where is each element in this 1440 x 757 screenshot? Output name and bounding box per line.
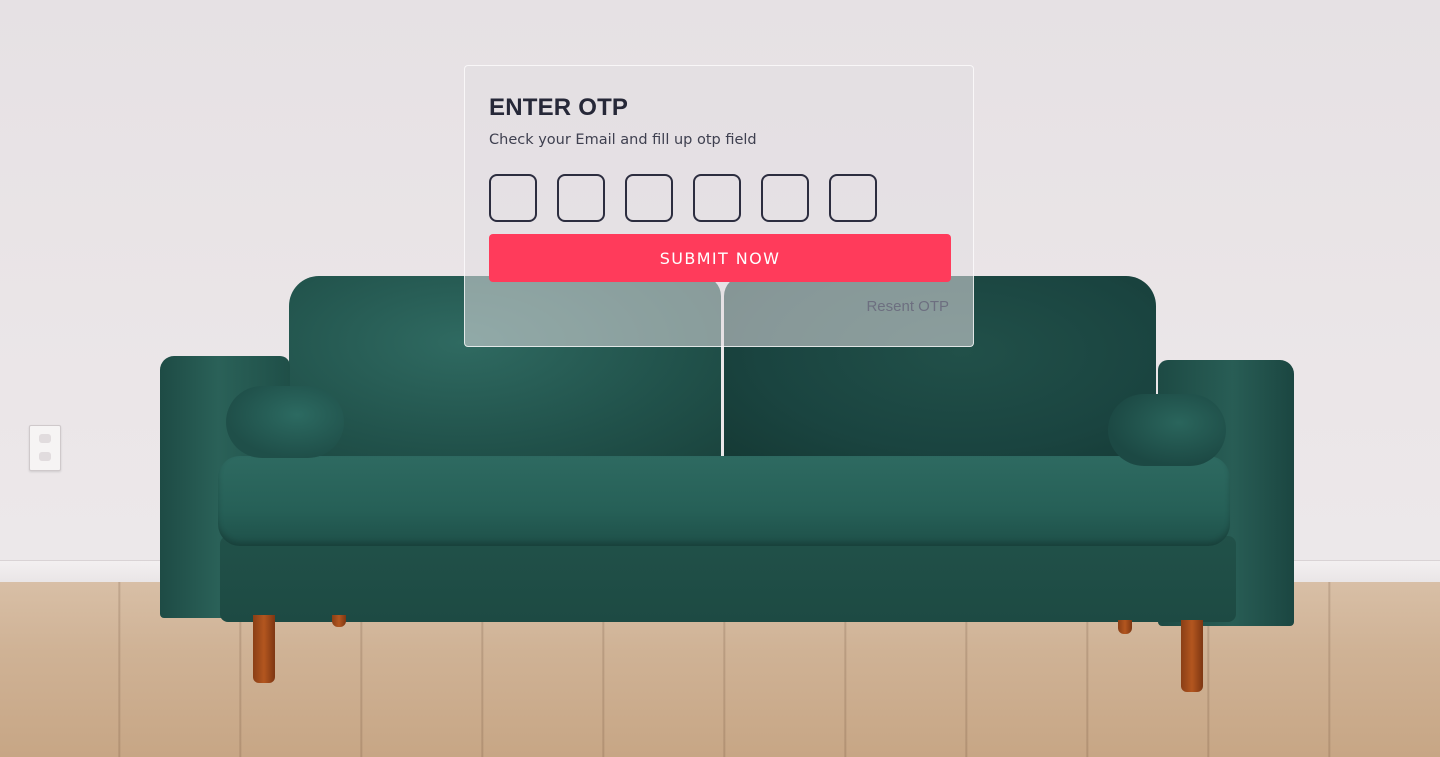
- sofa-leg: [332, 615, 346, 627]
- otp-digit-2-input[interactable]: [557, 174, 605, 222]
- sofa-leg: [1181, 620, 1203, 692]
- sofa-bolster-pillow-right: [1108, 394, 1226, 466]
- sofa-leg: [253, 615, 275, 683]
- sofa-seat-cushion: [218, 456, 1230, 546]
- submit-button[interactable]: SUBMIT NOW: [489, 234, 951, 282]
- otp-digit-3-input[interactable]: [625, 174, 673, 222]
- otp-digit-4-input[interactable]: [693, 174, 741, 222]
- resend-otp-link[interactable]: Resent OTP: [866, 298, 949, 315]
- otp-title: ENTER OTP: [489, 94, 629, 121]
- sofa-leg: [1118, 620, 1132, 634]
- otp-digit-5-input[interactable]: [761, 174, 809, 222]
- sofa-base: [220, 536, 1236, 622]
- otp-subtitle: Check your Email and fill up otp field: [489, 132, 757, 148]
- sofa-bolster-pillow-left: [226, 386, 344, 458]
- otp-card: ENTER OTP Check your Email and fill up o…: [464, 65, 974, 347]
- otp-input-group: [489, 174, 877, 222]
- otp-digit-6-input[interactable]: [829, 174, 877, 222]
- background-photo: ENTER OTP Check your Email and fill up o…: [0, 0, 1440, 757]
- otp-digit-1-input[interactable]: [489, 174, 537, 222]
